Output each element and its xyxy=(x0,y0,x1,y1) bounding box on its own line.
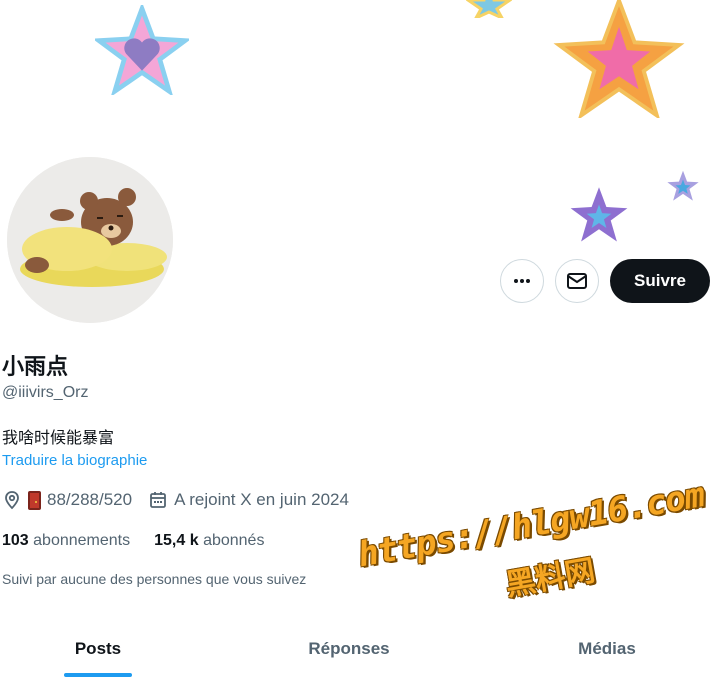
location-item: 88/288/520 xyxy=(2,490,132,510)
following-stat[interactable]: 103 abonnements xyxy=(2,532,130,550)
profile-tabs: Posts Réponses Médias xyxy=(0,625,723,677)
star-heart-decoration xyxy=(95,5,189,95)
followers-label: abonnés xyxy=(203,532,265,549)
watermark: https://hlgw16.com 黑料网 xyxy=(355,475,707,603)
tab-media[interactable]: Médias xyxy=(565,639,649,659)
profile-meta: 88/288/520 A rejoint X en juin 2024 xyxy=(2,488,365,512)
translate-bio-link[interactable]: Traduire la biographie xyxy=(2,452,147,469)
followed-by-text: Suivi par aucune des personnes que vous … xyxy=(2,571,307,587)
bear-avatar-image xyxy=(7,157,173,323)
mail-icon xyxy=(567,273,587,289)
joined-item: A rejoint X en juin 2024 xyxy=(148,490,349,510)
door-icon xyxy=(28,490,41,510)
message-button[interactable] xyxy=(555,259,599,303)
profile-handle: @iiivirs_Orz xyxy=(2,384,89,401)
joined-text: A rejoint X en juin 2024 xyxy=(174,490,349,509)
follow-button[interactable]: Suivre xyxy=(610,259,710,303)
avatar[interactable] xyxy=(7,157,173,323)
tab-replies-label: Réponses xyxy=(308,639,390,658)
tab-posts[interactable]: Posts xyxy=(64,639,132,659)
watermark-brand: 黑料网 xyxy=(502,553,598,604)
star-orange-decoration xyxy=(553,0,685,118)
more-icon xyxy=(514,279,530,283)
more-button[interactable] xyxy=(500,259,544,303)
follow-stats: 103 abonnements 15,4 k abonnés xyxy=(2,532,288,550)
star-purple-decoration xyxy=(570,187,628,242)
following-count: 103 xyxy=(2,532,29,549)
location-pin-icon xyxy=(5,491,19,510)
profile-name: 小雨点 xyxy=(2,355,69,380)
star-small-top-decoration xyxy=(466,0,512,18)
calendar-icon xyxy=(150,492,166,508)
star-tiny-decoration xyxy=(667,170,699,201)
active-tab-indicator xyxy=(64,673,132,677)
followers-count: 15,4 k xyxy=(154,532,199,549)
location-text: 88/288/520 xyxy=(47,490,133,509)
tab-media-label: Médias xyxy=(578,639,636,658)
tab-posts-label: Posts xyxy=(74,639,122,658)
following-label: abonnements xyxy=(33,532,131,549)
follow-button-label: Suivre xyxy=(634,271,686,290)
profile-bio: 我啥时候能暴富 xyxy=(2,428,115,447)
followers-stat[interactable]: 15,4 k abonnés xyxy=(154,532,264,550)
tab-replies[interactable]: Réponses xyxy=(300,639,398,659)
